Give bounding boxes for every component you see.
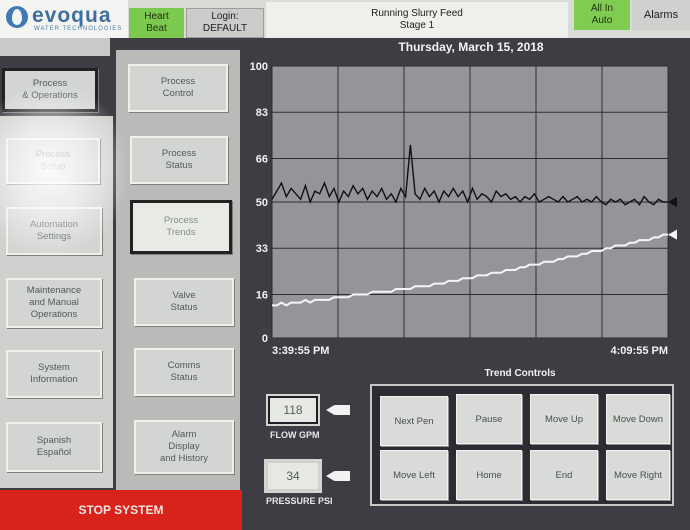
move-right-button[interactable]: Move Right bbox=[606, 450, 670, 500]
nav-label: System bbox=[38, 362, 70, 373]
nav-label: Valve bbox=[172, 290, 196, 301]
pause-button[interactable]: Pause bbox=[456, 394, 522, 444]
nav-label: Comms bbox=[167, 360, 201, 371]
nav-process-control[interactable]: Process Control bbox=[128, 64, 228, 112]
move-down-button[interactable]: Move Down bbox=[606, 394, 670, 444]
nav-label: and Manual bbox=[29, 297, 79, 308]
nav-valve-status[interactable]: Valve Status bbox=[134, 278, 234, 326]
end-button[interactable]: End bbox=[530, 450, 598, 500]
flow-value: 118 bbox=[283, 403, 303, 417]
nav-label: Automation bbox=[29, 219, 79, 230]
y-tick-label: 16 bbox=[256, 289, 268, 301]
nav-label: Control bbox=[162, 88, 194, 99]
y-tick-label: 50 bbox=[256, 197, 268, 209]
pressure-label: PRESSURE PSI bbox=[266, 496, 333, 506]
auto-label-2: Auto bbox=[591, 15, 613, 26]
pressure-value: 34 bbox=[286, 469, 300, 483]
y-axis-ticks: 100 83 66 50 33 16 0 bbox=[250, 61, 268, 345]
flow-label: FLOW GPM bbox=[270, 430, 320, 440]
company-logo: evoqua WATER TECHNOLOGIES bbox=[0, 0, 128, 38]
y-tick-label: 66 bbox=[256, 153, 268, 165]
nav-automation-settings[interactable]: Automation Settings bbox=[6, 207, 102, 255]
nav-label: Process bbox=[35, 149, 71, 160]
auto-label-1: All In bbox=[590, 3, 614, 14]
nav-label: Español bbox=[36, 447, 72, 458]
nav-label: Status bbox=[165, 160, 193, 171]
status-line-1: Running Slurry Feed bbox=[371, 8, 463, 19]
pen-marker-icon bbox=[668, 197, 677, 207]
alarms-label: Alarms bbox=[643, 9, 679, 21]
brand-name: evoqua bbox=[32, 4, 112, 27]
nav-label: Process bbox=[160, 76, 196, 87]
nav-label: Setup bbox=[40, 161, 66, 172]
trend-controls-title: Trend Controls bbox=[484, 368, 556, 379]
nav-maintenance-manual[interactable]: Maintenance and Manual Operations bbox=[6, 278, 102, 328]
nav-label: Spanish bbox=[36, 435, 72, 446]
trend-chart: 100 83 66 50 33 16 0 3:39:55 PM 4:09:55 PM bbox=[250, 61, 677, 357]
login-user: DEFAULT bbox=[202, 23, 248, 34]
alarms-button[interactable]: Alarms bbox=[632, 0, 690, 30]
y-tick-label: 100 bbox=[250, 61, 268, 73]
move-left-button[interactable]: Move Left bbox=[380, 450, 448, 500]
logo-underline bbox=[0, 38, 110, 56]
home-button[interactable]: Home bbox=[456, 450, 522, 500]
nav-label: and History bbox=[159, 453, 209, 464]
brand-subtitle: WATER TECHNOLOGIES bbox=[34, 26, 123, 32]
pressure-pen-pointer-icon bbox=[326, 471, 350, 481]
nav-process-operations[interactable]: Process & Operations bbox=[2, 68, 98, 112]
heartbeat-indicator: Heart Beat bbox=[129, 8, 184, 38]
x-end-label: 4:09:55 PM bbox=[611, 345, 668, 357]
nav-label: Process bbox=[32, 78, 68, 89]
water-drop-icon bbox=[6, 6, 28, 28]
nav-label: Alarm bbox=[171, 429, 197, 440]
next-pen-button[interactable]: Next Pen bbox=[380, 396, 448, 446]
chart-date-title: Thursday, March 15, 2018 bbox=[398, 40, 544, 54]
nav-label: Process bbox=[161, 148, 197, 159]
nav-process-trends[interactable]: Process Trends bbox=[130, 200, 232, 254]
move-up-button[interactable]: Move Up bbox=[530, 394, 598, 444]
nav-process-status[interactable]: Process Status bbox=[130, 136, 228, 184]
nav-system-information[interactable]: System Information bbox=[6, 350, 102, 398]
y-tick-label: 83 bbox=[256, 107, 268, 119]
nav-label: Trends bbox=[166, 227, 196, 238]
pen-marker-icon bbox=[668, 229, 677, 240]
system-status-message: Running Slurry Feed Stage 1 bbox=[266, 2, 568, 38]
nav-label: Settings bbox=[36, 231, 72, 242]
nav-label: Operations bbox=[30, 309, 78, 320]
all-in-auto-indicator[interactable]: All In Auto bbox=[574, 0, 630, 30]
nav-label: Display bbox=[168, 441, 200, 452]
nav-label: Information bbox=[30, 374, 78, 385]
stop-system-label: STOP SYSTEM bbox=[78, 503, 164, 517]
nav-spanish[interactable]: Spanish Español bbox=[6, 422, 102, 472]
nav-label: Maintenance bbox=[26, 285, 82, 296]
flow-gpm-display: 118 bbox=[266, 394, 320, 426]
stop-system-button[interactable]: STOP SYSTEM bbox=[0, 490, 242, 530]
nav-label: Process bbox=[163, 215, 199, 226]
nav-comms-status[interactable]: Comms Status bbox=[134, 348, 234, 396]
nav-label: Status bbox=[170, 372, 198, 383]
nav-process-setup[interactable]: Process Setup bbox=[6, 138, 100, 184]
login-button[interactable]: Login: DEFAULT bbox=[186, 8, 264, 38]
nav-label: Status bbox=[170, 302, 198, 313]
y-tick-label: 0 bbox=[262, 333, 268, 345]
heartbeat-label-2: Beat bbox=[146, 23, 167, 34]
heartbeat-label: Heart bbox=[144, 11, 169, 22]
nav-alarm-display[interactable]: Alarm Display and History bbox=[134, 420, 234, 474]
y-tick-label: 33 bbox=[256, 243, 268, 255]
flow-pen-pointer-icon bbox=[326, 405, 350, 415]
pressure-psi-display: 34 bbox=[264, 459, 322, 493]
nav-label: & Operations bbox=[22, 90, 78, 101]
x-start-label: 3:39:55 PM bbox=[272, 345, 329, 357]
status-line-2: Stage 1 bbox=[399, 20, 435, 31]
login-label: Login: bbox=[211, 11, 239, 22]
